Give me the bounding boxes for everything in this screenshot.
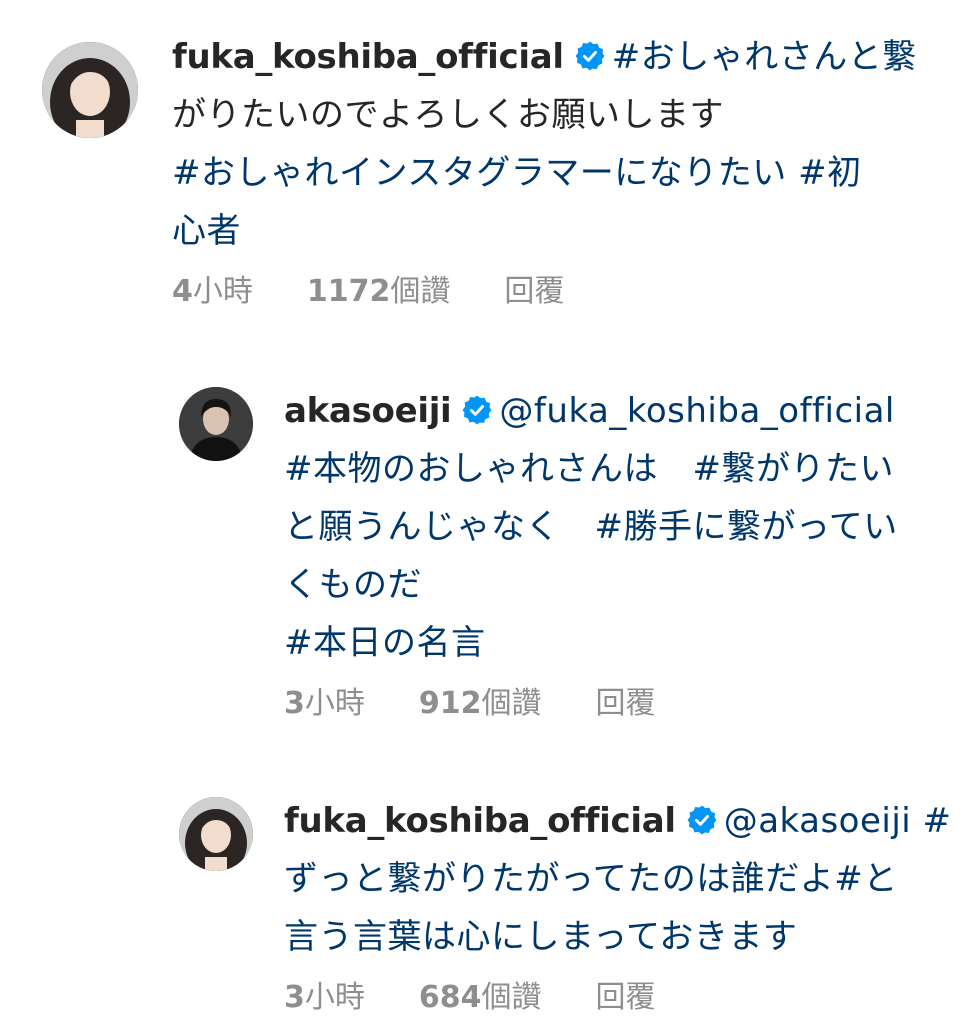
username[interactable]: akasoeiji	[284, 391, 452, 431]
hashtag-link[interactable]: ずっと繋がりたがってたのは誰だよ#と	[284, 859, 898, 899]
avatar-photo	[42, 42, 138, 138]
hashtag-link[interactable]: #本物のおしゃれさんは #繋がりたい	[284, 449, 894, 489]
likes-unit: 個讚	[481, 686, 542, 721]
comment-text: fuka_koshiba_official #おしゃれさんと繋 がりたいのでよろし…	[172, 28, 952, 260]
time-unit: 小時	[304, 980, 365, 1015]
comment-text: akasoeiji @fuka_koshiba_official #本物のおしゃれ…	[284, 382, 960, 672]
hashtag-link[interactable]: と願うんじゃなく #勝手に繋がってい	[284, 507, 898, 547]
username[interactable]: fuka_koshiba_official	[284, 801, 676, 841]
verified-badge-icon	[461, 394, 493, 426]
time-unit: 小時	[192, 274, 253, 309]
reply-comment	[179, 387, 253, 461]
comment-body: fuka_koshiba_official #おしゃれさんと繋 がりたいのでよろし…	[172, 28, 952, 312]
comment-time: 3小時	[284, 978, 365, 1018]
likes-unit: 個讚	[481, 980, 542, 1015]
avatar[interactable]	[179, 387, 253, 461]
time-number: 3	[284, 686, 305, 721]
comment-time: 3小時	[284, 684, 365, 724]
mention-link[interactable]: @akasoeiji #	[724, 801, 952, 841]
hashtag-link[interactable]: 言う言葉は心にしまっておきます	[284, 917, 797, 957]
hashtag-link[interactable]: #おしゃれさんと繋	[612, 37, 917, 77]
hashtag-link[interactable]: #本日の名言	[284, 623, 486, 663]
reply-button[interactable]: 回覆	[596, 978, 656, 1018]
mention-link[interactable]: @fuka_koshiba_official	[499, 391, 894, 431]
reply-comment	[179, 797, 253, 871]
hashtag-link[interactable]: 心者	[172, 211, 241, 251]
comment-time: 4小時	[172, 272, 253, 312]
likes-number: 684	[418, 980, 482, 1015]
like-count[interactable]: 1172個讚	[307, 272, 451, 312]
like-count[interactable]: 684個讚	[419, 978, 542, 1018]
time-number: 3	[284, 980, 305, 1015]
comment-text: fuka_koshiba_official @akasoeiji # ずっと繋がり…	[284, 792, 960, 966]
comment-text-line: がりたいのでよろしくお願いします	[172, 95, 724, 135]
verified-badge-icon	[686, 804, 718, 836]
hashtag-link[interactable]: くものだ	[284, 565, 422, 605]
avatar[interactable]	[179, 797, 253, 871]
comment-body: akasoeiji @fuka_koshiba_official #本物のおしゃれ…	[284, 382, 960, 724]
reply-button[interactable]: 回覆	[504, 272, 564, 312]
hashtag-link[interactable]: #おしゃれインスタグラマーになりたい #初	[172, 153, 862, 193]
comment	[42, 42, 138, 138]
likes-number: 1172	[306, 274, 391, 309]
time-unit: 小時	[304, 686, 365, 721]
reply-button[interactable]: 回覆	[596, 684, 656, 724]
comment-meta: 3小時 912個讚 回覆	[284, 684, 960, 724]
avatar[interactable]	[42, 42, 138, 138]
avatar-photo	[179, 797, 253, 871]
comment-meta: 3小時 684個讚 回覆	[284, 978, 960, 1018]
like-count[interactable]: 912個讚	[419, 684, 542, 724]
likes-number: 912	[418, 686, 482, 721]
time-number: 4	[172, 274, 193, 309]
username[interactable]: fuka_koshiba_official	[172, 37, 564, 77]
verified-badge-icon	[574, 40, 606, 72]
likes-unit: 個讚	[390, 274, 451, 309]
avatar-photo	[179, 387, 253, 461]
comment-meta: 4小時 1172個讚 回覆	[172, 272, 952, 312]
comment-body: fuka_koshiba_official @akasoeiji # ずっと繋がり…	[284, 792, 960, 1018]
